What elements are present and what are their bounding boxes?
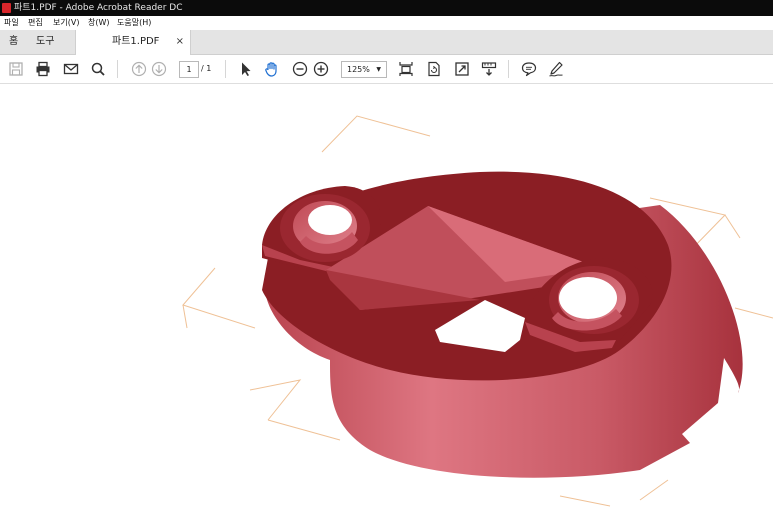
fullscreen-icon[interactable] — [453, 60, 471, 78]
zoom-select[interactable]: 125% ▼ — [341, 61, 387, 78]
close-tab-icon[interactable]: × — [176, 30, 184, 54]
toolbar-separator — [508, 60, 509, 78]
toolbar-separator — [117, 60, 118, 78]
toolbar-separator — [225, 60, 226, 78]
toolbar: 1 / 1 125% ▼ — [0, 55, 773, 84]
3d-model-view[interactable] — [0, 84, 773, 510]
rotate-icon[interactable] — [425, 60, 443, 78]
search-icon[interactable] — [89, 60, 107, 78]
page-down-icon[interactable] — [150, 60, 168, 78]
zoom-in-icon[interactable] — [312, 60, 330, 78]
print-icon[interactable] — [34, 60, 52, 78]
tab-document[interactable]: 파트1.PDF × — [75, 30, 191, 55]
sign-icon[interactable] — [547, 60, 565, 78]
menu-file[interactable]: 파일 — [4, 16, 19, 30]
menu-window[interactable]: 창(W) — [88, 16, 110, 30]
chevron-down-icon: ▼ — [376, 66, 381, 73]
tab-home[interactable]: 홈 — [9, 30, 27, 54]
acrobat-app-icon — [2, 3, 11, 13]
model-right-boss-opening — [559, 277, 617, 319]
tab-tools[interactable]: 도구 — [36, 30, 62, 54]
fit-page-icon[interactable] — [397, 60, 415, 78]
menu-view[interactable]: 보기(V) — [53, 16, 79, 30]
tab-bar: 홈 도구 파트1.PDF × — [0, 30, 773, 55]
menu-bar: 파일 편집 보기(V) 창(W) 도움말(H) — [0, 16, 773, 31]
menu-edit[interactable]: 편집 — [28, 16, 43, 30]
page-up-icon[interactable] — [130, 60, 148, 78]
email-icon[interactable] — [62, 60, 80, 78]
save-icon[interactable] — [7, 60, 25, 78]
zoom-out-icon[interactable] — [291, 60, 309, 78]
tab-document-label: 파트1.PDF — [112, 36, 160, 47]
document-view[interactable] — [0, 84, 773, 510]
title-bar: 파트1.PDF - Adobe Acrobat Reader DC — [0, 0, 773, 16]
page-number-input[interactable]: 1 — [179, 61, 199, 78]
select-cursor-icon[interactable] — [237, 60, 255, 78]
window-title: 파트1.PDF - Adobe Acrobat Reader DC — [14, 3, 183, 13]
scroll-mode-icon[interactable] — [480, 60, 498, 78]
page-total: / 1 — [201, 64, 212, 73]
menu-help[interactable]: 도움말(H) — [117, 16, 151, 30]
zoom-value: 125% — [347, 65, 370, 74]
model-left-boss-opening — [308, 205, 352, 235]
comment-icon[interactable] — [520, 60, 538, 78]
hand-icon[interactable] — [263, 60, 281, 78]
